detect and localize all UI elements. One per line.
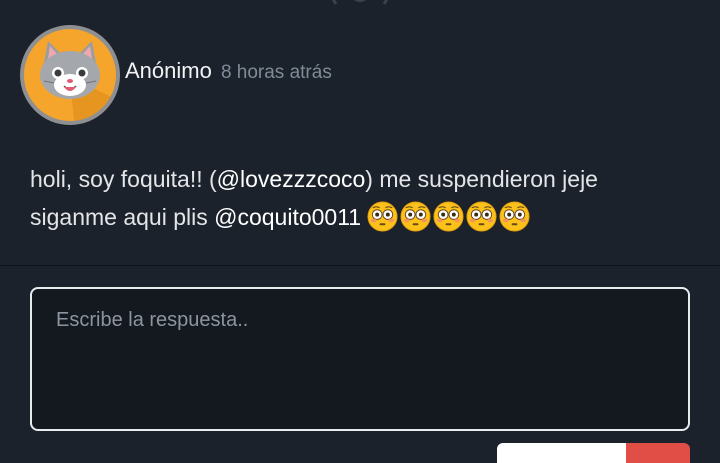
mention-link[interactable]: @coquito0011 xyxy=(214,204,361,230)
mention-link[interactable]: @lovezzzcoco xyxy=(217,166,366,192)
flushed-face-icon xyxy=(367,201,398,232)
send-button[interactable] xyxy=(626,443,690,463)
flushed-face-icon xyxy=(433,201,464,232)
partial-top-icon xyxy=(332,0,388,5)
post-timestamp: 8 horas atrás xyxy=(220,62,332,83)
post-message: holi, soy foquita!! (@lovezzzcoco) me su… xyxy=(30,160,690,236)
emoji-group xyxy=(367,201,532,232)
author-name: Anónimo xyxy=(125,58,212,83)
message-text: holi, soy foquita!! ( xyxy=(30,166,217,192)
divider xyxy=(0,265,720,266)
secondary-button[interactable] xyxy=(497,443,626,463)
cat-avatar-icon xyxy=(40,41,116,121)
avatar[interactable] xyxy=(20,25,120,125)
reply-input[interactable] xyxy=(30,287,690,431)
post-header: Anónimo 8 horas atrás xyxy=(125,58,332,84)
flushed-face-icon xyxy=(499,201,530,232)
flushed-face-icon xyxy=(466,201,497,232)
flushed-face-icon xyxy=(400,201,431,232)
